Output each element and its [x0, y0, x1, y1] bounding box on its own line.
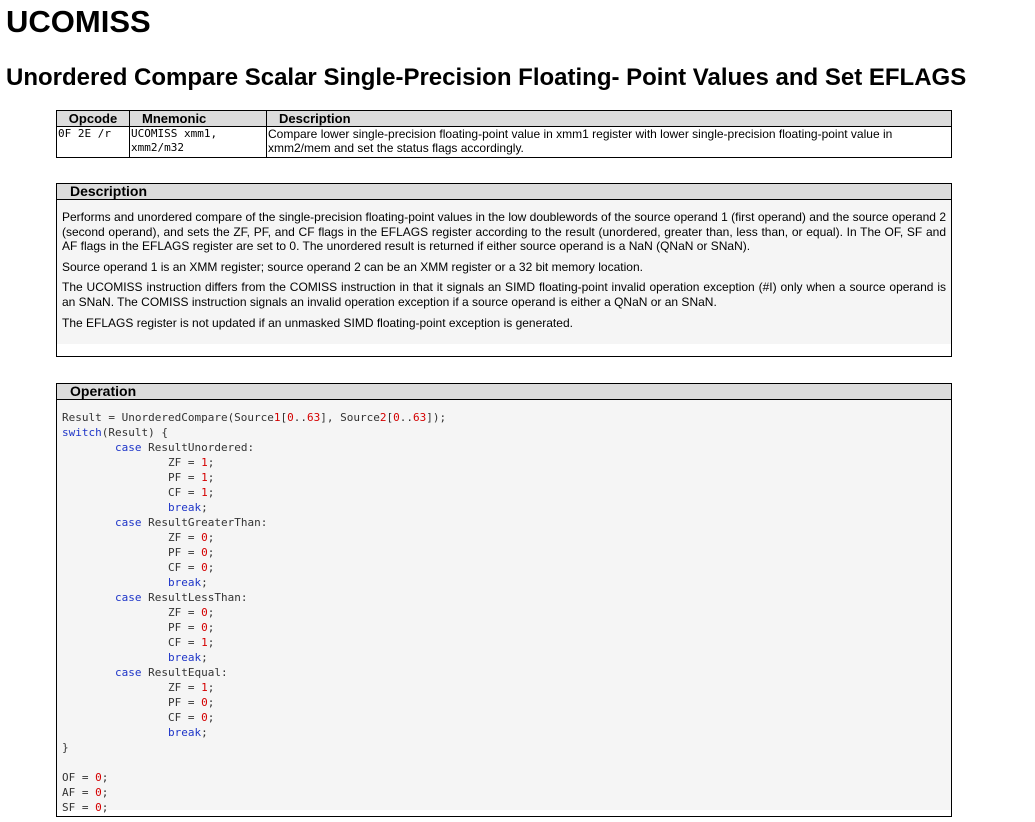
operation-code-block: Result = UnorderedCompare(Source1[0..63]… [62, 406, 946, 815]
operation-heading: Operation [57, 384, 951, 400]
operation-section: Operation Result = UnorderedCompare(Sour… [56, 383, 952, 817]
description-cell: Compare lower single-precision floating-… [266, 126, 952, 158]
code-line: ZF = 0; [62, 606, 215, 619]
code-line: CF = 0; [62, 561, 215, 574]
code-line: PF = 0; [62, 546, 215, 559]
code-line: OF = 0; [62, 771, 109, 784]
code-line: case ResultEqual: [114, 666, 228, 679]
code-line: SF = 0; [62, 801, 109, 814]
description-section: Description Performs and unordered compa… [56, 183, 952, 357]
operation-body: Result = UnorderedCompare(Source1[0..63]… [57, 400, 951, 814]
mnemonic-column-header: Mnemonic [129, 110, 267, 127]
code-line: case ResultLessThan: [114, 591, 248, 604]
description-body: Performs and unordered compare of the si… [57, 200, 951, 345]
opcode-column-header: Opcode [56, 110, 130, 127]
code-line: case ResultGreaterThan: [114, 516, 268, 529]
code-line: Result = UnorderedCompare(Source1[0..63]… [62, 411, 447, 424]
code-line: ZF = 0; [62, 531, 215, 544]
code-line: AF = 0; [62, 786, 109, 799]
description-heading: Description [57, 184, 951, 200]
code-line: break; [167, 576, 208, 589]
code-line: ZF = 1; [62, 456, 215, 469]
code-line: } [62, 741, 69, 754]
code-line: PF = 0; [62, 696, 215, 709]
code-line: case ResultUnordered: [114, 441, 255, 454]
code-line: break; [167, 726, 208, 739]
opcode-table-header: Opcode Mnemonic Description [56, 110, 952, 127]
code-line: CF = 1; [62, 636, 215, 649]
description-paragraph: The UCOMISS instruction differs from the… [62, 280, 946, 309]
code-line: break; [167, 651, 208, 664]
opcode-table: Opcode Mnemonic Description 0F 2E /r UCO… [56, 110, 952, 158]
description-paragraph: Source operand 1 is an XMM register; sou… [62, 259, 643, 274]
code-line: ZF = 1; [62, 681, 215, 694]
page-subtitle: Unordered Compare Scalar Single-Precisio… [6, 64, 967, 91]
code-line: PF = 0; [62, 621, 215, 634]
table-row: 0F 2E /r UCOMISS xmm1, xmm2/m32 Compare … [56, 126, 952, 158]
description-paragraph: The EFLAGS register is not updated if an… [62, 315, 573, 330]
opcode-cell: 0F 2E /r [56, 126, 130, 158]
page-title: UCOMISS [6, 4, 151, 39]
description-column-header: Description [266, 110, 952, 127]
code-line: PF = 1; [62, 471, 215, 484]
code-line: CF = 1; [62, 486, 215, 499]
description-paragraph: Performs and unordered compare of the si… [62, 210, 946, 254]
code-line: break; [167, 501, 208, 514]
code-line: CF = 0; [62, 711, 215, 724]
mnemonic-cell: UCOMISS xmm1, xmm2/m32 [129, 126, 267, 158]
code-line: switch(Result) { [62, 426, 168, 439]
